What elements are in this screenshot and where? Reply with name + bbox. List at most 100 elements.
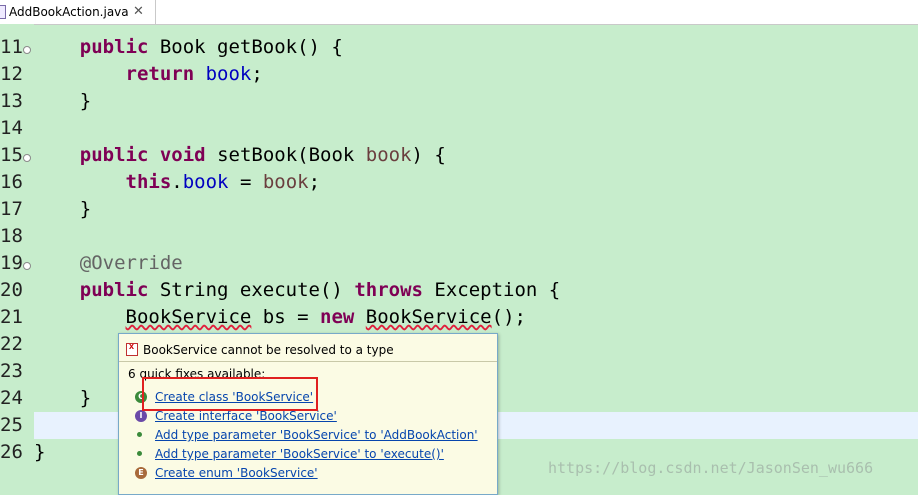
fold-toggle-icon[interactable] (23, 262, 31, 270)
line-number: 19 (0, 252, 23, 274)
editor-tab-bar: AddBookAction.java ✕ (0, 0, 918, 25)
line-number: 24 (0, 387, 23, 409)
java-file-icon (0, 5, 6, 19)
error-token: BookService (125, 306, 252, 328)
code-token: Exception { (422, 279, 561, 301)
quick-fix-label[interactable]: Create enum 'BookService' (155, 466, 318, 480)
enum-icon: E (135, 467, 147, 479)
close-icon[interactable]: ✕ (133, 3, 144, 19)
code-token: book (182, 171, 229, 193)
code-token: } (34, 198, 92, 220)
line-number: 11 (0, 36, 23, 58)
keyword-token: public (79, 279, 149, 301)
line-number: 18 (0, 225, 23, 247)
keyword-token: public (79, 144, 149, 166)
code-text: public Book getBook() { (34, 36, 343, 58)
fold-toggle-icon[interactable] (23, 154, 31, 162)
line-number: 17 (0, 198, 23, 220)
line-number: 14 (0, 117, 23, 139)
code-token: Book getBook() { (148, 36, 343, 58)
keyword-token: void (159, 144, 206, 166)
watermark: https://blog.csdn.net/JasonSen_wu666 (548, 459, 874, 477)
line-number: 12 (0, 63, 23, 85)
code-line[interactable]: 16 this.book = book; (0, 169, 918, 196)
code-token: } (34, 387, 92, 409)
code-token: String execute() (148, 279, 355, 301)
code-line[interactable]: 20 public String execute() throws Except… (0, 277, 918, 304)
line-number: 25 (0, 414, 23, 436)
quick-fix-item[interactable]: Add type parameter 'BookService' to 'exe… (135, 446, 495, 465)
keyword-token: public (79, 36, 149, 58)
code-token: ; (308, 171, 321, 193)
code-token: ) { (411, 144, 446, 166)
error-token: BookService (365, 306, 492, 328)
code-token: setBook(Book (205, 144, 366, 166)
code-text: } (34, 441, 45, 463)
code-text: this.book = book; (34, 171, 321, 193)
error-icon (126, 341, 138, 356)
code-line[interactable]: 12 return book; (0, 61, 918, 88)
line-number: 13 (0, 90, 23, 112)
code-token: bs = (251, 306, 320, 328)
code-token: ; (251, 63, 263, 85)
code-token: book (205, 63, 252, 85)
quick-fix-label[interactable]: Add type parameter 'BookService' to 'Add… (155, 428, 478, 442)
quick-fix-item[interactable]: E Create enum 'BookService' (135, 465, 495, 484)
code-token: . (171, 171, 183, 193)
line-number: 20 (0, 279, 23, 301)
type-parameter-icon (137, 432, 142, 437)
tab-title: AddBookAction.java (9, 5, 129, 19)
error-message: BookService cannot be resolved to a type (143, 343, 394, 357)
line-number: 16 (0, 171, 23, 193)
quick-fix-label[interactable]: Add type parameter 'BookService' to 'exe… (155, 447, 444, 461)
code-text: public void setBook(Book book) { (34, 144, 446, 166)
code-line[interactable]: 14 (0, 115, 918, 142)
line-number: 26 (0, 441, 23, 463)
quick-fix-label[interactable]: Create interface 'BookService' (155, 409, 337, 423)
highlight-box (142, 377, 318, 411)
code-token: } (34, 90, 92, 112)
type-parameter-icon (137, 451, 142, 456)
keyword-token: this (125, 171, 172, 193)
code-text: public String execute() throws Exception… (34, 279, 560, 301)
keyword-token: new (320, 306, 355, 328)
line-number: 22 (0, 333, 23, 355)
code-line[interactable]: 21 BookService bs = new BookService(); (0, 304, 918, 331)
fold-toggle-icon[interactable] (23, 46, 31, 54)
code-text: } (34, 198, 91, 220)
code-token: (); (491, 306, 526, 328)
code-text: BookService bs = new BookService(); (34, 306, 526, 328)
code-text: @Override (34, 252, 183, 274)
line-number: 15 (0, 144, 23, 166)
code-token: = (228, 171, 263, 193)
code-text: return book; (34, 63, 263, 85)
tab-addbookaction-java[interactable]: AddBookAction.java ✕ (0, 0, 156, 24)
code-line[interactable]: 15 public void setBook(Book book) { (0, 142, 918, 169)
code-line[interactable]: 18 (0, 223, 918, 250)
keyword-token: return (125, 63, 195, 85)
code-line[interactable]: 19 @Override (0, 250, 918, 277)
code-line[interactable]: 17 } (0, 196, 918, 223)
interface-icon: I (135, 410, 147, 422)
code-text: } (34, 387, 91, 409)
code-text: } (34, 90, 91, 112)
code-line[interactable]: 13 } (0, 88, 918, 115)
code-token: @Override (79, 252, 183, 274)
code-line[interactable]: 11 public Book getBook() { (0, 34, 918, 61)
line-number: 21 (0, 306, 23, 328)
quick-fix-header: BookService cannot be resolved to a type (119, 334, 497, 362)
quick-fix-item[interactable]: Add type parameter 'BookService' to 'Add… (135, 427, 495, 446)
quick-fix-popup: BookService cannot be resolved to a type… (118, 333, 498, 495)
line-number: 23 (0, 360, 23, 382)
code-token: book (262, 171, 309, 193)
